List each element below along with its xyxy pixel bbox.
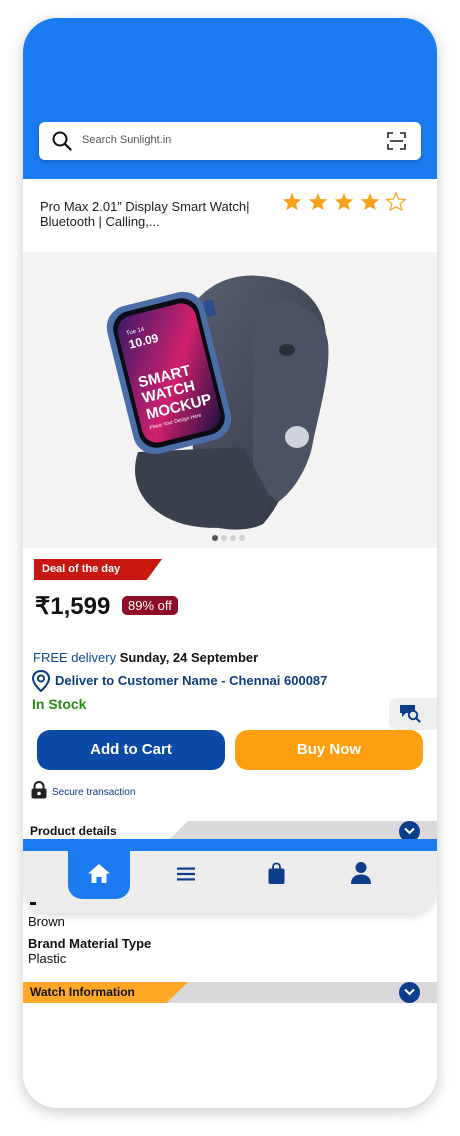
star-filled-icon [308, 192, 328, 211]
deliver-to-address[interactable]: Deliver to Customer Name - Chennai 60008… [55, 673, 327, 688]
discount-badge: 89% off [122, 596, 178, 615]
star-filled-icon [282, 192, 302, 211]
search-bar[interactable]: Search Sunlight.in [39, 122, 421, 160]
star-filled-icon [360, 192, 380, 211]
carousel-indicator[interactable] [212, 535, 245, 541]
add-to-cart-button[interactable]: Add to Cart [37, 730, 225, 770]
nav-home[interactable] [68, 851, 130, 899]
smartwatch-image: Tue 14 10.09 SMART WATCH MOCKUP Place Yo… [106, 275, 329, 530]
secure-transaction-label[interactable]: Secure transaction [52, 787, 135, 798]
star-filled-icon [334, 192, 354, 211]
expand-button[interactable] [399, 982, 420, 1003]
search-icon [52, 131, 72, 151]
carousel-dot[interactable] [221, 535, 227, 541]
lock-icon [31, 781, 47, 799]
product-image-carousel[interactable]: Tue 14 10.09 SMART WATCH MOCKUP Place Yo… [23, 252, 437, 548]
buy-now-button[interactable]: Buy Now [235, 730, 423, 770]
chevron-down-icon [404, 988, 415, 996]
material-label: Brand Material Type [28, 936, 152, 951]
watch-information-header[interactable]: Watch Information [23, 982, 437, 1003]
scan-icon[interactable] [387, 132, 406, 150]
material-value: Plastic [28, 951, 67, 966]
color-value: Brown [28, 914, 65, 929]
chat-search-icon [400, 705, 421, 723]
rating-stars [282, 192, 406, 211]
menu-icon[interactable] [176, 866, 196, 882]
location-pin-icon [31, 670, 51, 692]
app-header: Search Sunlight.in [23, 18, 437, 179]
chat-support-tab[interactable] [389, 698, 437, 730]
chevron-down-icon [404, 827, 415, 835]
clipped-detail-label [30, 902, 36, 905]
carousel-dot[interactable] [212, 535, 218, 541]
product-title: Pro Max 2.01” Display Smart Watch| Bluet… [40, 199, 250, 229]
search-input[interactable]: Search Sunlight.in [82, 134, 171, 146]
user-icon[interactable] [350, 861, 372, 885]
deal-badge: Deal of the day [34, 559, 162, 580]
carousel-dot[interactable] [239, 535, 245, 541]
price: ₹1,599 [35, 593, 111, 620]
home-icon [88, 864, 110, 883]
delivery-info: FREE delivery Sunday, 24 September [33, 650, 258, 665]
delivery-date: Sunday, 24 September [119, 650, 259, 665]
phone-frame: Search Sunlight.in Pro Max 2.01” Display… [23, 18, 437, 1108]
star-empty-icon [386, 192, 406, 211]
free-delivery-label: FREE delivery [33, 650, 117, 665]
carousel-dot[interactable] [230, 535, 236, 541]
watch-information-label: Watch Information [23, 982, 188, 1003]
stock-status: In Stock [32, 696, 87, 712]
nav-accent-strip [23, 839, 437, 851]
bag-icon[interactable] [267, 862, 286, 885]
